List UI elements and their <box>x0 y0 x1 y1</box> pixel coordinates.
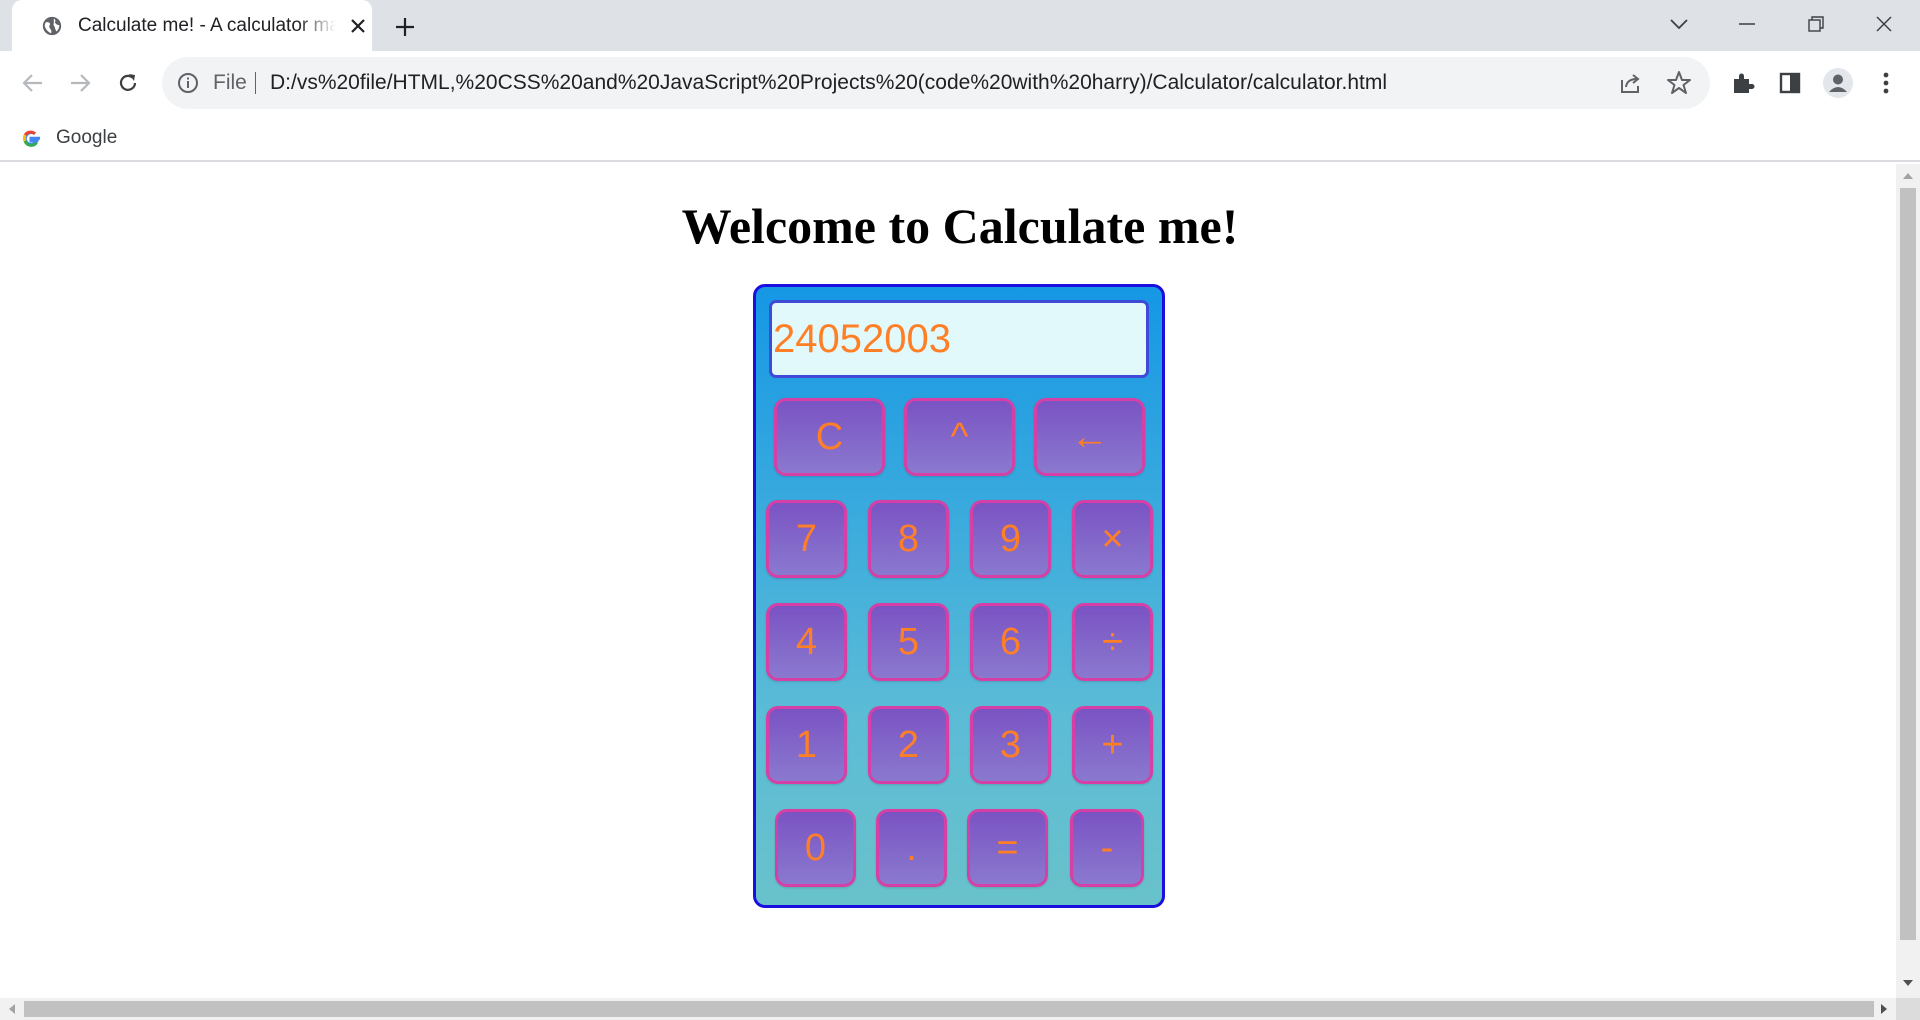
star-icon[interactable] <box>1666 70 1692 96</box>
calculator: 24052003 C ^ ← 7 8 9 × 4 5 6 ÷ 1 2 3 + 0… <box>753 284 1165 908</box>
digit-9-button[interactable]: 9 <box>970 500 1051 578</box>
digit-1-button[interactable]: 1 <box>766 706 847 784</box>
bookmark-google[interactable]: Google <box>20 124 117 152</box>
digit-8-button[interactable]: 8 <box>868 500 949 578</box>
digit-2-button[interactable]: 2 <box>868 706 949 784</box>
scroll-right-icon[interactable] <box>1880 1004 1888 1014</box>
multiply-button[interactable]: × <box>1072 500 1153 578</box>
plus-icon[interactable] <box>390 12 420 42</box>
scroll-down-icon[interactable] <box>1903 979 1913 987</box>
horizontal-scrollbar[interactable] <box>0 998 1896 1020</box>
address-separator <box>255 72 256 94</box>
digit-3-button[interactable]: 3 <box>970 706 1051 784</box>
tab-strip: Calculate me! - A calculator made by Har… <box>0 0 1920 51</box>
browser-toolbar: File D:/vs%20file/HTML,%20CSS%20and%20Ja… <box>0 51 1920 115</box>
page-title: Welcome to Calculate me! <box>681 198 1239 254</box>
address-scheme: File <box>213 71 247 94</box>
tab-title: Calculate me! - A calculator made by Har… <box>78 15 336 36</box>
divide-button[interactable]: ÷ <box>1072 603 1153 681</box>
scroll-left-icon[interactable] <box>8 1004 16 1014</box>
globe-icon <box>42 16 62 36</box>
calculator-display[interactable]: 24052003 <box>769 300 1149 378</box>
vertical-scrollbar[interactable] <box>1896 164 1920 998</box>
browser-tab-active[interactable]: Calculate me! - A calculator made by Har… <box>12 0 372 51</box>
minus-button[interactable]: - <box>1070 809 1144 887</box>
reload-icon[interactable] <box>110 65 146 101</box>
equals-button[interactable]: = <box>967 809 1048 887</box>
digit-6-button[interactable]: 6 <box>970 603 1051 681</box>
clear-button[interactable]: C <box>774 398 885 476</box>
page-viewport: Welcome to Calculate me! 24052003 C ^ ← … <box>0 164 1896 998</box>
bookmark-label: Google <box>56 127 118 148</box>
chevron-down-icon[interactable] <box>1659 6 1699 42</box>
digit-5-button[interactable]: 5 <box>868 603 949 681</box>
kebab-menu-icon[interactable] <box>1868 65 1904 101</box>
digit-4-button[interactable]: 4 <box>766 603 847 681</box>
info-icon[interactable] <box>176 71 200 95</box>
minimize-icon[interactable] <box>1727 6 1767 42</box>
back-arrow-icon[interactable] <box>15 65 51 101</box>
power-button[interactable]: ^ <box>904 398 1015 476</box>
backspace-button[interactable]: ← <box>1034 398 1145 476</box>
window-close-icon[interactable] <box>1864 6 1904 42</box>
digit-7-button[interactable]: 7 <box>766 500 847 578</box>
vertical-scrollbar-thumb[interactable] <box>1900 188 1916 940</box>
restore-icon[interactable] <box>1796 6 1836 42</box>
horizontal-scrollbar-thumb[interactable] <box>24 1001 1874 1017</box>
scrollbar-corner <box>1896 998 1920 1020</box>
bookmarks-bar: Google <box>0 115 1920 162</box>
share-icon[interactable] <box>1618 70 1644 96</box>
side-panel-icon[interactable] <box>1772 65 1808 101</box>
digit-0-button[interactable]: 0 <box>775 809 856 887</box>
address-bar[interactable]: File D:/vs%20file/HTML,%20CSS%20and%20Ja… <box>162 57 1710 109</box>
profile-icon[interactable] <box>1820 65 1856 101</box>
close-icon[interactable] <box>346 14 370 38</box>
forward-arrow-icon[interactable] <box>62 65 98 101</box>
scroll-up-icon[interactable] <box>1903 172 1913 180</box>
extensions-icon[interactable] <box>1725 65 1761 101</box>
address-url[interactable]: D:/vs%20file/HTML,%20CSS%20and%20JavaScr… <box>270 70 1387 96</box>
plus-button[interactable]: + <box>1072 706 1153 784</box>
google-g-icon <box>22 130 40 147</box>
decimal-button[interactable]: . <box>876 809 947 887</box>
